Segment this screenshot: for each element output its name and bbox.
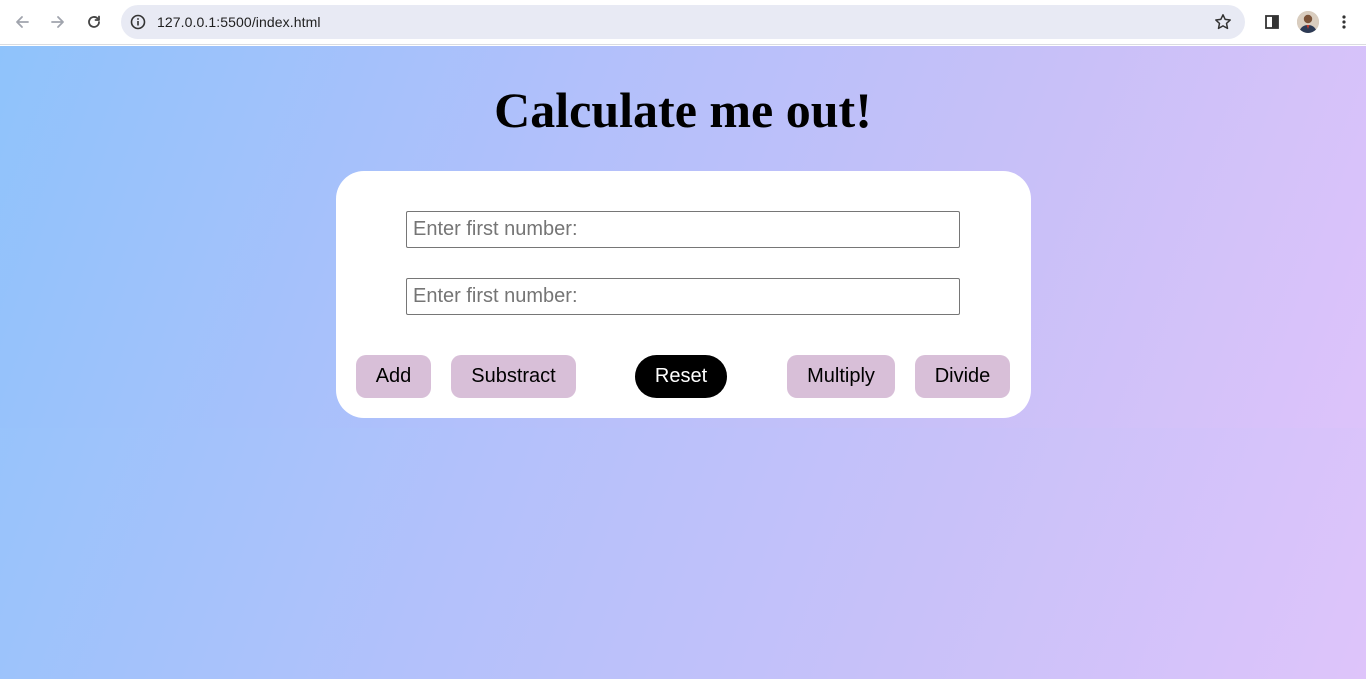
first-number-input[interactable] (406, 211, 960, 248)
address-bar[interactable]: 127.0.0.1:5500/index.html (121, 5, 1245, 39)
reset-button[interactable]: Reset (635, 355, 727, 398)
profile-avatar[interactable] (1297, 11, 1319, 33)
more-menu-icon[interactable] (1329, 7, 1359, 37)
forward-arrow-icon[interactable] (43, 7, 73, 37)
page-body: Calculate me out! Add Substract Reset Mu… (0, 46, 1366, 428)
side-panel-icon[interactable] (1257, 7, 1287, 37)
divide-button[interactable]: Divide (915, 355, 1010, 398)
multiply-button[interactable]: Multiply (787, 355, 895, 398)
page-viewport: Calculate me out! Add Substract Reset Mu… (0, 46, 1366, 679)
subtract-button[interactable]: Substract (451, 355, 576, 398)
url-text[interactable]: 127.0.0.1:5500/index.html (157, 5, 321, 39)
back-arrow-icon[interactable] (7, 7, 37, 37)
page-title: Calculate me out! (494, 82, 872, 138)
calculator-card: Add Substract Reset Multiply Divide (336, 171, 1031, 418)
second-number-input[interactable] (406, 278, 960, 315)
add-button[interactable]: Add (356, 355, 431, 398)
reload-icon[interactable] (79, 7, 109, 37)
site-info-icon[interactable] (129, 13, 147, 31)
bookmark-star-icon[interactable] (1213, 12, 1233, 32)
browser-toolbar: 127.0.0.1:5500/index.html (0, 0, 1366, 45)
